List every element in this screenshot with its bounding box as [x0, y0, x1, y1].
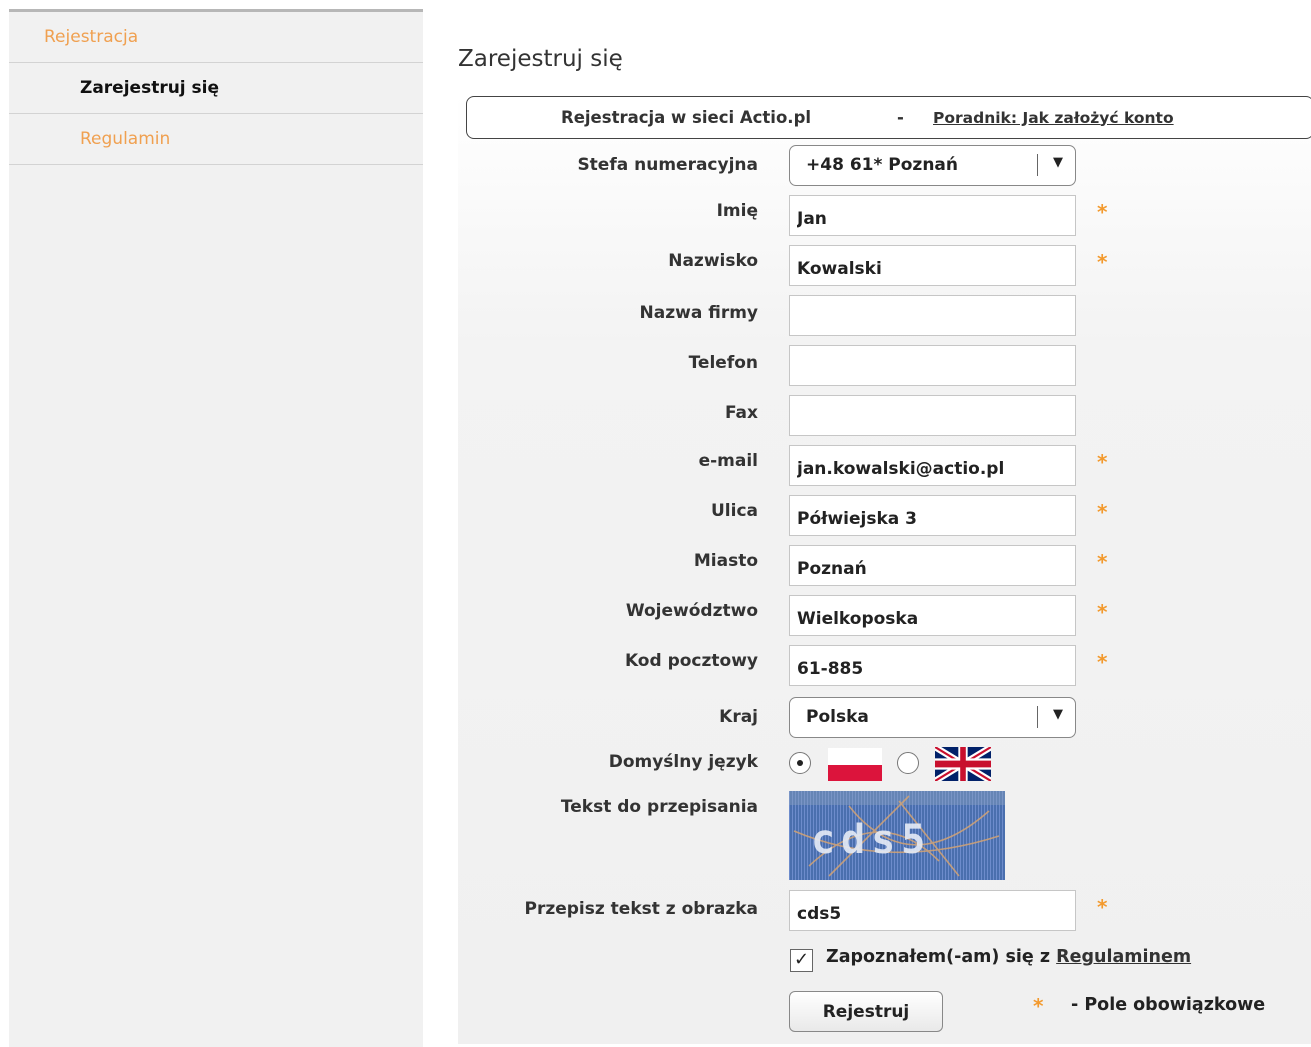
captcha-field[interactable]: [789, 890, 1076, 931]
required-star: *: [1097, 450, 1108, 474]
phone-label: Telefon: [688, 353, 758, 373]
chevron-down-icon[interactable]: ▼: [1053, 707, 1063, 722]
info-separator: -: [897, 108, 904, 127]
postal-code-label: Kod pocztowy: [624, 651, 758, 671]
info-text: Rejestracja w sieci Actio.pl: [561, 108, 812, 127]
postal-code-field[interactable]: [789, 645, 1076, 686]
first-name-field[interactable]: [789, 195, 1076, 236]
email-label: e-mail: [698, 451, 758, 471]
sidebar-item-label[interactable]: Zarejestruj się: [80, 78, 219, 98]
page-title: Zarejestruj się: [458, 46, 623, 72]
language-radio-en[interactable]: [897, 752, 919, 774]
register-button[interactable]: Rejestruj: [789, 991, 943, 1032]
country-select[interactable]: Polska ▼: [789, 697, 1076, 738]
last-name-label: Nazwisko: [668, 251, 758, 271]
first-name-label: Imię: [716, 201, 758, 221]
captcha-text: cds5: [811, 817, 931, 863]
select-separator: [1037, 154, 1038, 176]
country-label: Kraj: [719, 707, 758, 727]
required-star: *: [1097, 250, 1108, 274]
province-field[interactable]: [789, 595, 1076, 636]
language-label: Domyślny język: [608, 752, 758, 772]
phone-field[interactable]: [789, 345, 1076, 386]
terms-link[interactable]: Regulaminem: [1056, 947, 1191, 967]
required-star: *: [1097, 650, 1108, 674]
city-field[interactable]: [789, 545, 1076, 586]
sidebar-item-rejestracja[interactable]: Rejestracja: [9, 12, 423, 63]
required-star: *: [1033, 994, 1044, 1018]
fax-field[interactable]: [789, 395, 1076, 436]
zone-value: +48 61* Poznań: [806, 155, 958, 175]
required-star: *: [1097, 500, 1108, 524]
guide-link[interactable]: Poradnik: Jak założyć konto: [933, 109, 1174, 127]
sidebar-item-regulamin[interactable]: Regulamin: [9, 114, 423, 165]
uk-flag-icon[interactable]: [935, 747, 991, 781]
language-radio-pl[interactable]: [789, 752, 811, 774]
company-label: Nazwa firmy: [639, 303, 758, 323]
last-name-field[interactable]: [789, 245, 1076, 286]
province-label: Województwo: [625, 601, 758, 621]
sidebar-item-zarejestruj[interactable]: Zarejestruj się: [9, 63, 423, 114]
street-field[interactable]: [789, 495, 1076, 536]
captcha-image: cds5: [789, 791, 1005, 880]
info-banner: Rejestracja w sieci Actio.pl - Poradnik:…: [466, 96, 1311, 139]
sidebar: Rejestracja Zarejestruj się Regulamin: [9, 9, 423, 1047]
required-star: *: [1097, 600, 1108, 624]
captcha-input-label: Przepisz tekst z obrazka: [524, 899, 758, 919]
sidebar-item-label[interactable]: Regulamin: [80, 129, 170, 149]
city-label: Miasto: [693, 551, 758, 571]
terms-label: Zapoznałem(-am) się z Regulaminem: [826, 947, 1191, 967]
terms-checkbox[interactable]: ✓: [790, 949, 813, 972]
terms-text: Zapoznałem(-am) się z: [826, 947, 1057, 967]
required-star: *: [1097, 200, 1108, 224]
zone-select[interactable]: +48 61* Poznań ▼: [789, 145, 1076, 186]
required-star: *: [1097, 895, 1108, 919]
street-label: Ulica: [710, 501, 758, 521]
zone-label: Stefa numeracyjna: [577, 155, 758, 175]
chevron-down-icon[interactable]: ▼: [1053, 155, 1063, 170]
sidebar-item-label[interactable]: Rejestracja: [44, 27, 138, 47]
country-value: Polska: [806, 707, 869, 727]
poland-flag-icon[interactable]: [828, 748, 882, 781]
captcha-label: Tekst do przepisania: [560, 797, 758, 817]
required-note: - Pole obowiązkowe: [1071, 995, 1266, 1015]
fax-label: Fax: [724, 403, 758, 423]
company-field[interactable]: [789, 295, 1076, 336]
required-star: *: [1097, 550, 1108, 574]
email-field[interactable]: [789, 445, 1076, 486]
select-separator: [1037, 706, 1038, 728]
